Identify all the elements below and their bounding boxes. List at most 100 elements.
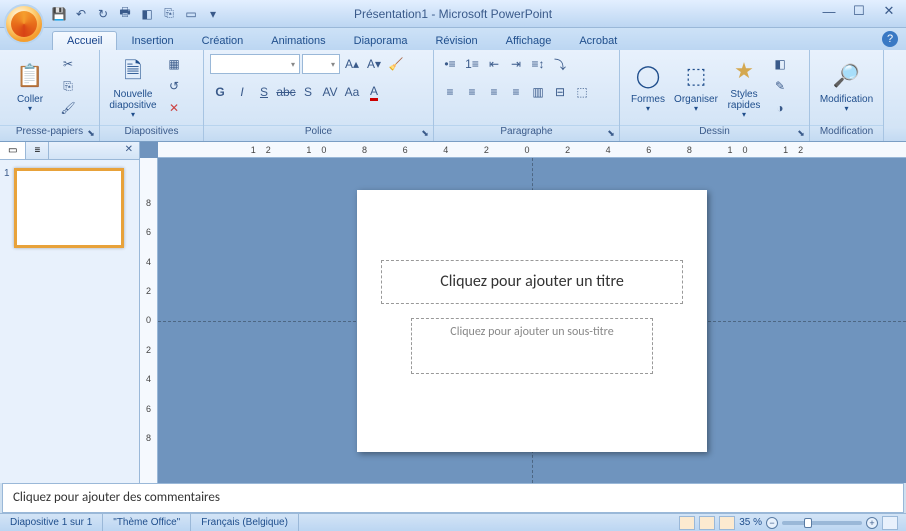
arrange-button[interactable]: ⬚ Organiser▾ <box>674 54 718 120</box>
strike-button[interactable]: abc <box>276 82 296 102</box>
group-label: Modification <box>810 125 883 141</box>
editing-button[interactable]: 🔎 Modification▾ <box>816 54 877 120</box>
language[interactable]: Français (Belgique) <box>191 514 299 531</box>
office-button[interactable] <box>4 4 44 44</box>
columns-icon[interactable]: ▥ <box>528 82 548 102</box>
maximize-button[interactable]: ☐ <box>850 4 868 18</box>
title-bar: 💾 ↶ ↻ 🖶 ◧ ⎘ ▭ ▾ Présentation1 - Microsof… <box>0 0 906 28</box>
italic-button[interactable]: I <box>232 82 252 102</box>
zoom-thumb[interactable] <box>804 518 812 528</box>
undo-icon[interactable]: ↶ <box>72 5 90 23</box>
align-left-icon[interactable]: ≡ <box>440 82 460 102</box>
delete-icon[interactable]: ✕ <box>164 98 184 118</box>
dialog-launcher-icon[interactable]: ⬊ <box>420 128 430 138</box>
text-direction-icon[interactable]: ⤵ <box>550 54 570 74</box>
horizontal-ruler[interactable]: 12108 642 024 6810 12 <box>158 142 906 158</box>
group-paragraph: •≡ 1≡ ⇤ ⇥ ≡↕ ⤵ ≡ ≡ ≡ ≡ ▥ ⊟ ⬚ Paragraphe⬊ <box>434 50 620 141</box>
copy-icon[interactable]: ⎘ <box>58 76 78 96</box>
bullets-icon[interactable]: •≡ <box>440 54 460 74</box>
slide[interactable]: Cliquez pour ajouter un titre Cliquez po… <box>357 190 707 452</box>
qat-item[interactable]: ▭ <box>182 5 200 23</box>
tab-insertion[interactable]: Insertion <box>117 32 187 50</box>
tab-acrobat[interactable]: Acrobat <box>565 32 631 50</box>
align-text-icon[interactable]: ⊟ <box>550 82 570 102</box>
bold-button[interactable]: G <box>210 82 230 102</box>
close-button[interactable]: ✕ <box>880 4 898 18</box>
convert-smartart-icon[interactable]: ⬚ <box>572 82 592 102</box>
sorter-view-button[interactable] <box>699 516 715 530</box>
outline-tab[interactable]: ≡ <box>26 142 49 159</box>
char-spacing-icon[interactable]: AV <box>320 82 340 102</box>
tab-animations[interactable]: Animations <box>257 32 339 50</box>
zoom-level[interactable]: 35 % <box>739 517 762 528</box>
tab-revision[interactable]: Révision <box>421 32 491 50</box>
shape-effects-icon[interactable]: ◑ <box>770 98 790 118</box>
font-size-field[interactable]: ▾ <box>302 54 340 74</box>
group-font: ▾ ▾ A▴ A▾ 🧹 G I S abc S AV Aa A Police⬊ <box>204 50 434 141</box>
line-spacing-icon[interactable]: ≡↕ <box>528 54 548 74</box>
theme-name[interactable]: "Thème Office" <box>103 514 191 531</box>
change-case-icon[interactable]: Aa <box>342 82 362 102</box>
help-button[interactable]: ? <box>882 31 898 47</box>
layout-icon[interactable]: ▦ <box>164 54 184 74</box>
tab-affichage[interactable]: Affichage <box>492 32 566 50</box>
clear-format-icon[interactable]: 🧹 <box>386 54 406 74</box>
justify-icon[interactable]: ≡ <box>506 82 526 102</box>
slide-editor: 12108 642 024 6810 12 864 202 468 Clique… <box>140 142 906 483</box>
numbering-icon[interactable]: 1≡ <box>462 54 482 74</box>
fit-to-window-button[interactable] <box>882 516 898 530</box>
quick-styles-button[interactable]: ★ Styles rapides▾ <box>722 54 766 120</box>
panel-close-icon[interactable]: ✕ <box>119 142 139 159</box>
cut-icon[interactable]: ✂ <box>58 54 78 74</box>
shape-fill-icon[interactable]: ◧ <box>770 54 790 74</box>
slideshow-view-button[interactable] <box>719 516 735 530</box>
decrease-indent-icon[interactable]: ⇤ <box>484 54 504 74</box>
shapes-icon: ◯ <box>632 60 664 92</box>
find-icon: 🔎 <box>831 60 863 92</box>
new-slide-button[interactable]: 🗎 Nouvelle diapositive ▾ <box>106 54 160 120</box>
zoom-in-button[interactable]: + <box>866 517 878 529</box>
font-name-field[interactable]: ▾ <box>210 54 300 74</box>
print-icon[interactable]: 🖶 <box>116 5 134 23</box>
tab-diaporama[interactable]: Diaporama <box>340 32 422 50</box>
notes-pane[interactable]: Cliquez pour ajouter des commentaires <box>2 483 904 513</box>
group-label: Paragraphe⬊ <box>434 125 619 141</box>
redo-icon[interactable]: ↻ <box>94 5 112 23</box>
vertical-ruler[interactable]: 864 202 468 <box>140 158 158 483</box>
group-label: Police⬊ <box>204 125 433 141</box>
underline-button[interactable]: S <box>254 82 274 102</box>
slide-counter[interactable]: Diapositive 1 sur 1 <box>0 514 103 531</box>
zoom-slider[interactable] <box>782 521 862 525</box>
tab-creation[interactable]: Création <box>188 32 258 50</box>
tab-accueil[interactable]: Accueil <box>52 31 117 50</box>
minimize-button[interactable]: — <box>820 4 838 18</box>
title-placeholder[interactable]: Cliquez pour ajouter un titre <box>381 260 683 304</box>
shape-outline-icon[interactable]: ✎ <box>770 76 790 96</box>
normal-view-button[interactable] <box>679 516 695 530</box>
font-color-icon[interactable]: A <box>364 82 384 102</box>
canvas[interactable]: Cliquez pour ajouter un titre Cliquez po… <box>158 158 906 483</box>
grow-font-icon[interactable]: A▴ <box>342 54 362 74</box>
format-painter-icon[interactable]: 🖌 <box>58 98 78 118</box>
zoom-out-button[interactable]: − <box>766 517 778 529</box>
window-controls: — ☐ ✕ <box>820 4 898 18</box>
qat-customize-icon[interactable]: ▾ <box>204 5 222 23</box>
qat-item[interactable]: ◧ <box>138 5 156 23</box>
group-clipboard: 📋 Coller ▾ ✂ ⎘ 🖌 Presse-papiers⬊ <box>0 50 100 141</box>
subtitle-placeholder[interactable]: Cliquez pour ajouter un sous-titre <box>411 318 653 374</box>
dialog-launcher-icon[interactable]: ⬊ <box>86 128 96 138</box>
increase-indent-icon[interactable]: ⇥ <box>506 54 526 74</box>
align-right-icon[interactable]: ≡ <box>484 82 504 102</box>
save-icon[interactable]: 💾 <box>50 5 68 23</box>
align-center-icon[interactable]: ≡ <box>462 82 482 102</box>
reset-icon[interactable]: ↺ <box>164 76 184 96</box>
shrink-font-icon[interactable]: A▾ <box>364 54 384 74</box>
shapes-button[interactable]: ◯ Formes▾ <box>626 54 670 120</box>
shadow-button[interactable]: S <box>298 82 318 102</box>
paste-button[interactable]: 📋 Coller ▾ <box>6 54 54 120</box>
dialog-launcher-icon[interactable]: ⬊ <box>796 128 806 138</box>
slides-tab[interactable]: ▭ <box>0 142 26 159</box>
qat-item[interactable]: ⎘ <box>160 5 178 23</box>
dialog-launcher-icon[interactable]: ⬊ <box>606 128 616 138</box>
slide-thumbnail[interactable]: 1 <box>4 168 135 248</box>
